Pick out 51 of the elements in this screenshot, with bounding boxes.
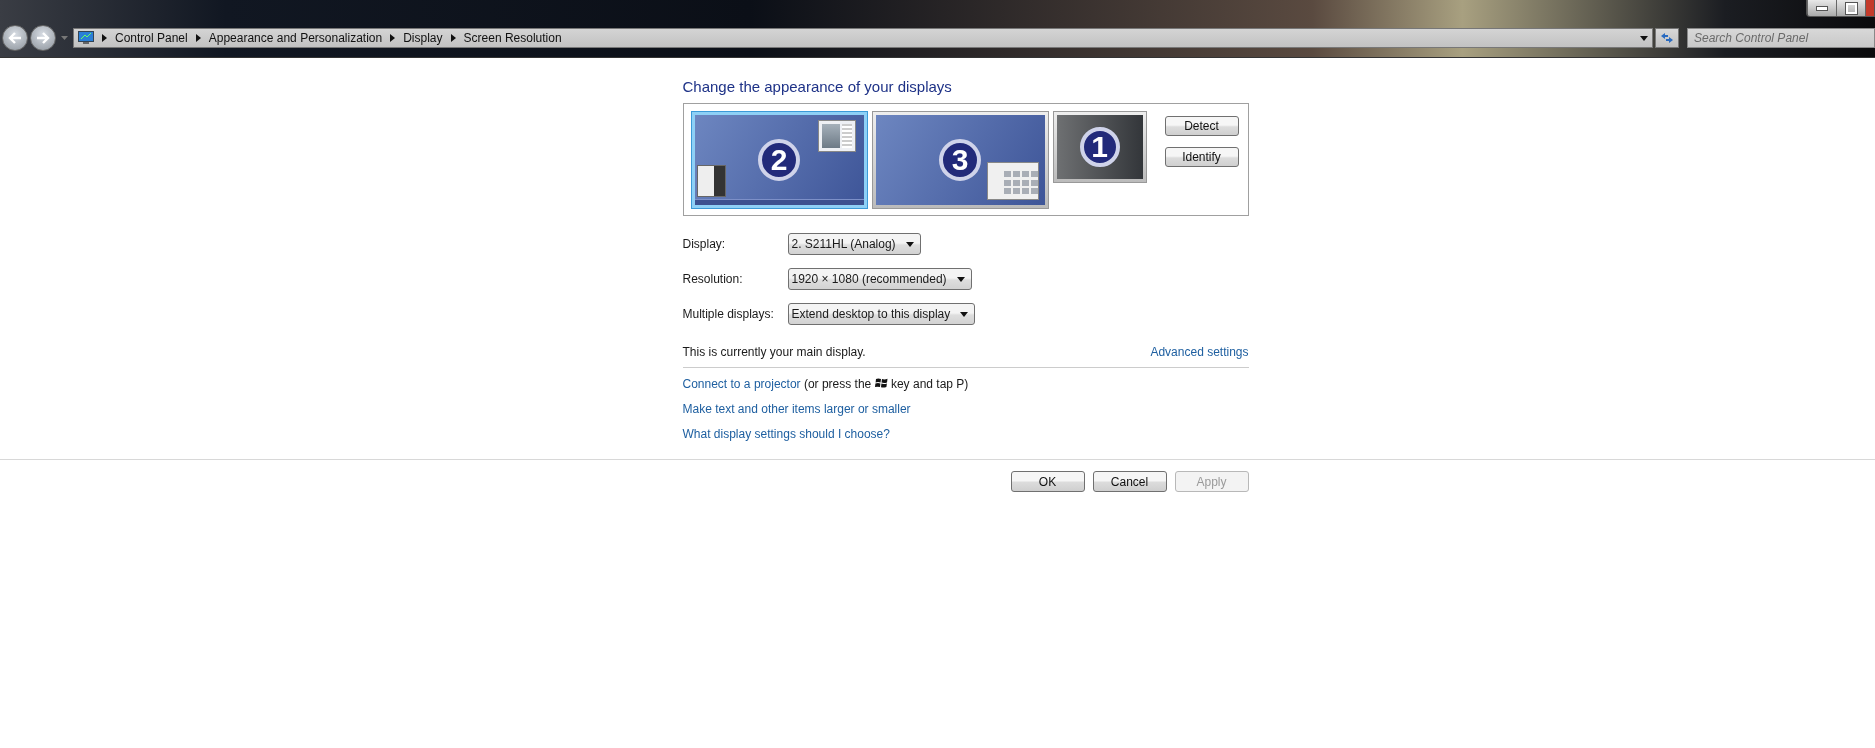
forward-arrow-icon xyxy=(36,32,50,44)
chevron-icon xyxy=(450,34,456,42)
arrangement-button[interactable]: Identify xyxy=(1164,147,1239,167)
setting-dropdown[interactable]: 2. S211HL (Analog) xyxy=(787,233,921,255)
window-thumbnail-icon xyxy=(986,162,1039,200)
projector-link[interactable]: Connect to a projector xyxy=(682,377,801,391)
monitor-tile[interactable]: 3 xyxy=(871,111,1049,209)
setting-label: Display: xyxy=(682,237,727,251)
back-arrow-icon xyxy=(8,32,22,44)
chevron-icon xyxy=(390,34,396,42)
windows-logo-icon xyxy=(874,377,888,389)
dropdown-arrow-icon[interactable] xyxy=(1640,35,1648,41)
breadcrumb-item[interactable]: Screen Resolution xyxy=(463,31,562,45)
page-title: Change the appearance of your displays xyxy=(682,78,953,95)
forward-button[interactable] xyxy=(30,25,56,51)
history-dropdown-icon[interactable] xyxy=(61,36,68,40)
dropdown-arrow-icon xyxy=(960,311,969,317)
address-bar[interactable]: Control Panel Appearance and Personalization Display Screen Resolution xyxy=(73,28,1653,48)
start-menu-thumbnail-icon xyxy=(696,165,726,197)
dialog-button[interactable]: OK xyxy=(1010,471,1085,492)
monitor-number: 2 xyxy=(758,139,800,181)
monitor-tile[interactable]: 1 xyxy=(1052,111,1147,183)
setting-label: Resolution: xyxy=(682,272,744,286)
monitor-tile[interactable]: 2 xyxy=(690,111,868,209)
monitor-icon xyxy=(78,31,94,45)
projector-hint: Connect to a projector (or press the key and tap P) xyxy=(682,377,970,391)
dropdown-arrow-icon xyxy=(905,241,914,247)
setting-dropdown[interactable]: 1920 × 1080 (recommended) xyxy=(787,268,972,290)
setting-label: Multiple displays: xyxy=(682,307,775,321)
setting-dropdown[interactable]: Extend desktop to this display xyxy=(787,303,976,325)
dropdown-arrow-icon xyxy=(956,276,965,282)
refresh-button[interactable] xyxy=(1655,28,1679,48)
restore-button[interactable] xyxy=(1836,0,1865,16)
breadcrumb-item[interactable]: Appearance and Personalization xyxy=(208,31,383,45)
breadcrumb-item[interactable]: Display xyxy=(403,31,443,45)
monitor-number: 1 xyxy=(1079,127,1120,167)
dialog-button[interactable]: Cancel xyxy=(1092,471,1167,492)
arrangement-button[interactable]: Detect xyxy=(1164,116,1239,136)
back-button[interactable] xyxy=(2,25,28,51)
chevron-icon xyxy=(195,34,201,42)
window-thumbnail-icon xyxy=(817,120,856,152)
status-text: This is currently your main display. xyxy=(682,345,866,359)
monitor-number: 3 xyxy=(939,139,981,181)
chevron-icon xyxy=(102,34,107,42)
help-link[interactable]: What display settings should I choose? xyxy=(682,427,890,441)
advanced-settings-link[interactable]: Advanced settings xyxy=(1150,345,1249,359)
minimize-button[interactable] xyxy=(1807,0,1836,16)
breadcrumb-item[interactable]: Control Panel xyxy=(115,31,188,45)
help-link[interactable]: Make text and other items larger or smaller xyxy=(682,402,911,416)
search-field[interactable]: Search Control Panel xyxy=(1687,28,1875,48)
refresh-arrows-icon xyxy=(1660,32,1674,44)
